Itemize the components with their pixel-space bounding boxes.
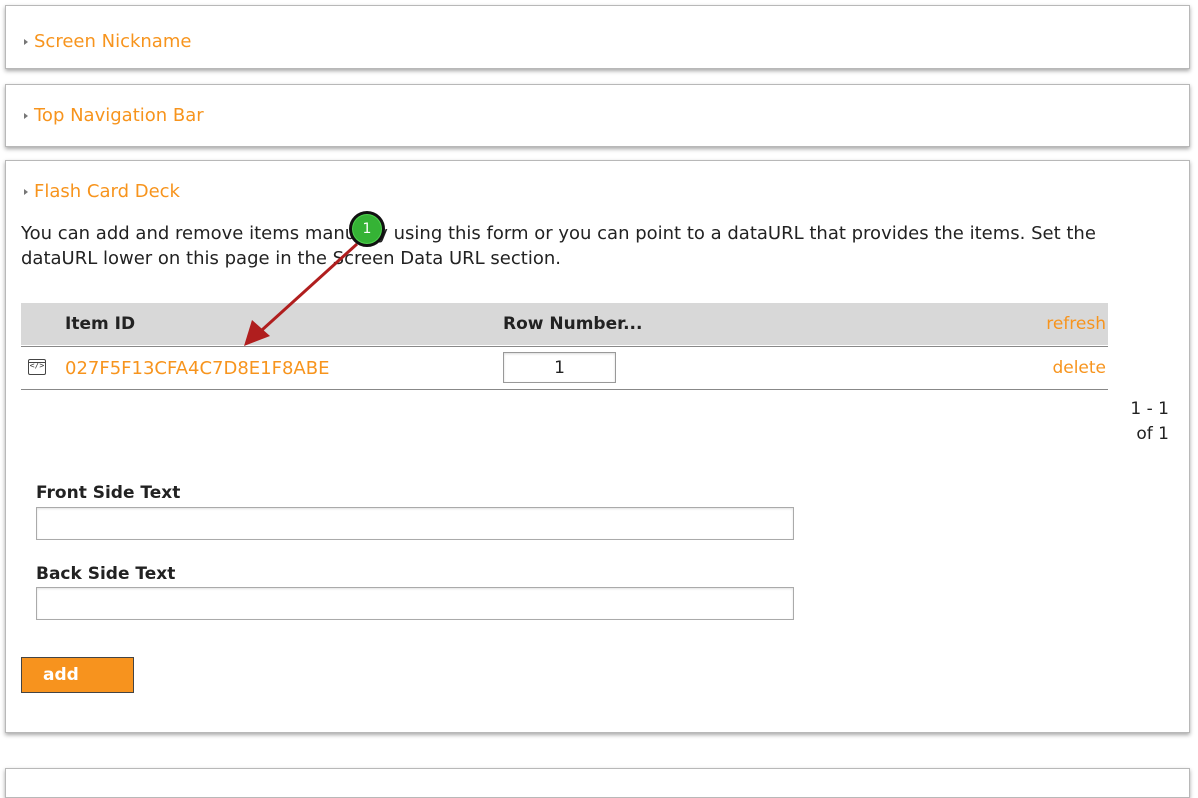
flash-card-deck-panel: Flash Card Deck You can add and remove i… (5, 160, 1190, 733)
delete-link[interactable]: delete (1052, 358, 1106, 378)
refresh-link[interactable]: refresh (1046, 314, 1106, 334)
screen-nickname-title: Screen Nickname (34, 31, 192, 52)
pager-range: 1 - 1 (1130, 399, 1169, 419)
screen-nickname-toggle[interactable]: Screen Nickname (24, 31, 191, 52)
screen-nickname-panel: Screen Nickname (5, 5, 1190, 69)
caret-right-icon (24, 38, 28, 45)
front-side-text-label: Front Side Text (36, 483, 181, 503)
column-header-row-number[interactable]: Row Number... (503, 314, 642, 334)
caret-right-icon (24, 188, 28, 195)
pager-total: of 1 (1136, 424, 1169, 444)
code-window-icon[interactable]: </> (28, 359, 46, 375)
items-grid-header: Item ID Row Number... refresh (21, 303, 1108, 345)
flash-card-deck-title: Flash Card Deck (34, 181, 180, 202)
flash-card-deck-toggle[interactable]: Flash Card Deck (24, 181, 180, 202)
add-button[interactable]: add (21, 657, 134, 693)
back-side-text-label: Back Side Text (36, 564, 176, 584)
table-row: </> 027F5F13CFA4C7D8E1F8ABE delete (21, 346, 1108, 390)
top-navigation-bar-toggle[interactable]: Top Navigation Bar (24, 105, 204, 126)
top-navigation-bar-title: Top Navigation Bar (34, 105, 204, 126)
item-id-link[interactable]: 027F5F13CFA4C7D8E1F8ABE (65, 358, 329, 379)
back-side-text-input[interactable] (36, 587, 794, 620)
callout-badge: 1 (349, 211, 385, 247)
front-side-text-input[interactable] (36, 507, 794, 540)
column-header-item-id[interactable]: Item ID (65, 314, 135, 334)
flash-card-description: You can add and remove items manually us… (21, 223, 1096, 269)
caret-right-icon (24, 112, 28, 119)
row-number-input[interactable] (503, 352, 616, 383)
top-navigation-bar-panel: Top Navigation Bar (5, 84, 1190, 147)
next-section-panel (5, 768, 1190, 798)
pager: 1 - 1 of 1 (1130, 397, 1169, 447)
